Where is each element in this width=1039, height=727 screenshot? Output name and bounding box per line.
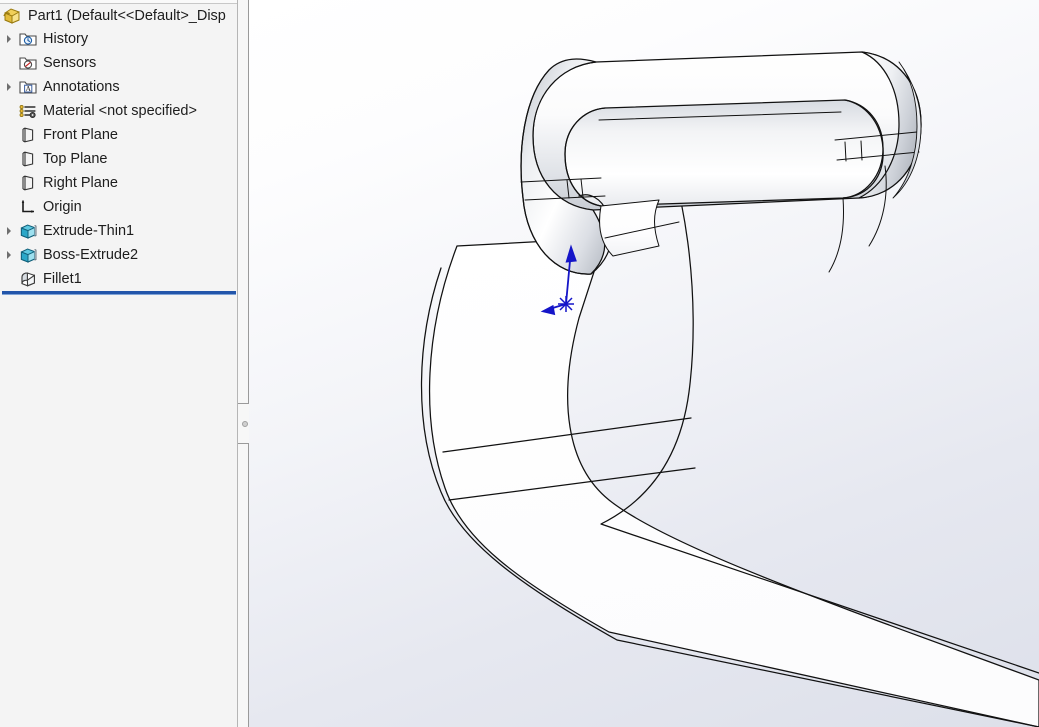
tree-item-origin[interactable]: Origin [0,195,237,219]
plane-icon [18,149,38,169]
tree-item-top-plane[interactable]: Top Plane [0,147,237,171]
tree-item-material[interactable]: Material <not specified> [0,99,237,123]
cad-model-render [420,51,1039,727]
material-icon [18,101,38,121]
feature-tree: Part1 (Default<<Default>_Disp History Se… [0,5,237,291]
tree-item-part-root[interactable]: Part1 (Default<<Default>_Disp [0,5,237,27]
no-chevron-spacer [0,171,18,195]
tree-item-boss-extrude2[interactable]: Boss-Extrude2 [0,243,237,267]
graphics-area[interactable] [249,0,1039,727]
no-chevron-spacer [0,123,18,147]
tree-item-sensors[interactable]: Sensors [0,51,237,75]
no-chevron-spacer [0,147,18,171]
fillet-feature-icon [18,269,38,289]
tree-item-extrude-thin1[interactable]: Extrude-Thin1 [0,219,237,243]
chevron-right-icon[interactable] [0,219,18,243]
tree-item-fillet1[interactable]: Fillet1 [0,267,237,291]
origin-icon [18,197,38,217]
tree-item-label: Front Plane [43,126,118,143]
no-chevron-spacer [0,51,18,75]
tree-item-label: Part1 (Default<<Default>_Disp [28,7,226,24]
application-window: Part1 (Default<<Default>_Disp History Se… [0,0,1039,727]
feature-manager-panel: Part1 (Default<<Default>_Disp History Se… [0,0,238,727]
tree-item-right-plane[interactable]: Right Plane [0,171,237,195]
no-chevron-spacer [0,99,18,123]
panel-top-divider [0,3,237,4]
chevron-right-icon[interactable] [0,27,18,51]
rollback-bar[interactable] [2,291,236,295]
sensors-folder-icon [18,53,38,73]
tree-item-label: Right Plane [43,174,118,191]
annotations-folder-icon: A [18,77,38,97]
svg-text:A: A [25,84,31,93]
panel-splitter[interactable] [238,0,255,727]
tree-item-label: Fillet1 [43,270,82,287]
tree-item-front-plane[interactable]: Front Plane [0,123,237,147]
tree-item-label: Origin [43,198,82,215]
no-chevron-spacer [0,267,18,291]
tree-item-label: Extrude-Thin1 [43,222,135,239]
tree-item-label: Top Plane [43,150,108,167]
tree-item-label: Annotations [43,78,120,95]
extrude-feature-icon [18,221,38,241]
extrude-feature-icon [18,245,38,265]
tree-item-label: Boss-Extrude2 [43,246,139,263]
tree-item-label: Material <not specified> [43,102,197,119]
tree-item-history[interactable]: History [0,27,237,51]
tree-item-label: Sensors [43,54,97,71]
history-folder-icon [18,29,38,49]
tree-item-annotations[interactable]: A Annotations [0,75,237,99]
chevron-right-icon[interactable] [0,243,18,267]
no-chevron-spacer [0,195,18,219]
chevron-right-icon[interactable] [0,75,18,99]
part-document-icon [2,6,24,26]
tree-item-label: History [43,30,89,47]
splitter-grip-dot [242,420,248,427]
plane-icon [18,173,38,193]
plane-icon [18,125,38,145]
